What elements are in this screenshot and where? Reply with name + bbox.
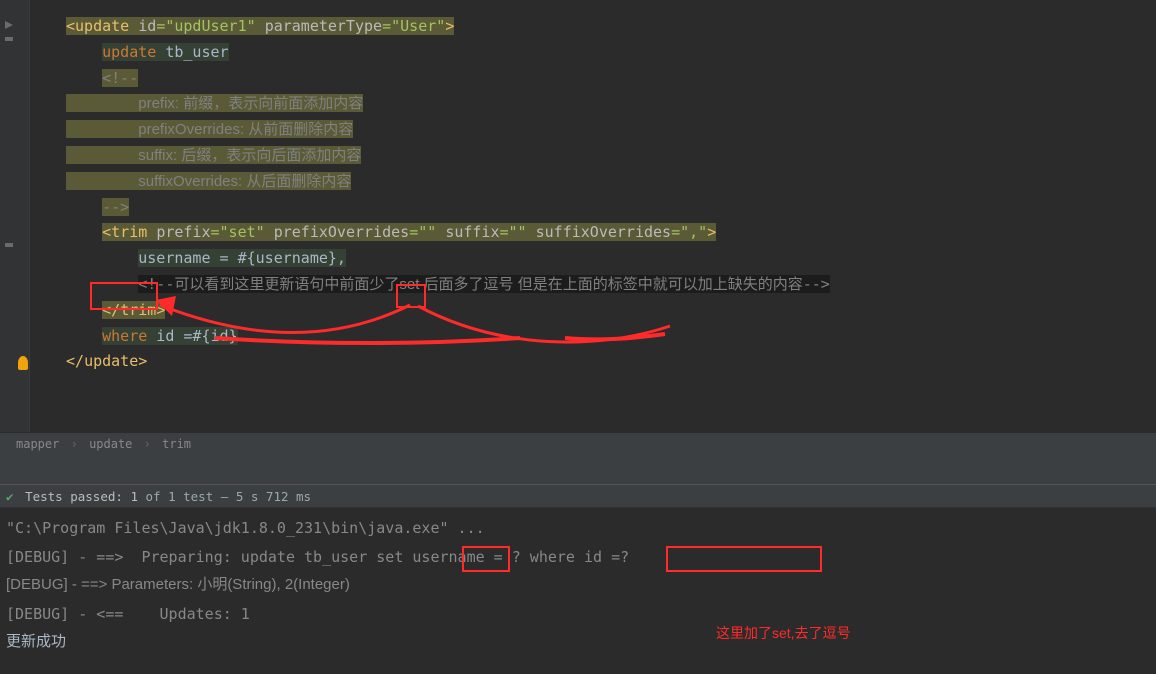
tests-passed-label: Tests passed:	[25, 489, 123, 504]
chevron-right-icon: ›	[71, 437, 78, 451]
code-line[interactable]: <!--可以看到这里更新语句中前面少了set 后面多了逗号 但是在上面的标签中就…	[30, 272, 1156, 298]
editor-gutter	[0, 0, 30, 432]
code-line[interactable]: suffix: 后缀，表示向后面添加内容	[30, 143, 1156, 169]
code-line[interactable]: username = #{username},	[30, 246, 1156, 272]
code-editor[interactable]: <update id="updUser1" parameterType="Use…	[0, 0, 1156, 432]
code-line[interactable]: </trim>	[30, 298, 1156, 324]
console-line: [DEBUG] - ==> Parameters: 小明(String), 2(…	[6, 571, 1150, 600]
breadcrumb[interactable]: mapper › update › trim	[0, 432, 1156, 454]
intention-bulb-icon[interactable]	[18, 356, 28, 370]
code-line[interactable]: <update id="updUser1" parameterType="Use…	[30, 14, 1156, 40]
code-line[interactable]: prefix: 前缀，表示向前面添加内容	[30, 91, 1156, 117]
console-output[interactable]: "C:\Program Files\Java\jdk1.8.0_231\bin\…	[0, 508, 1156, 674]
console-line: [DEBUG] - ==> Preparing: update tb_user …	[6, 543, 1150, 572]
annotation-text: 这里加了set,去了逗号	[716, 620, 851, 647]
code-line[interactable]: update tb_user	[30, 40, 1156, 66]
code-line[interactable]: suffixOverrides: 从后面删除内容	[30, 169, 1156, 195]
check-icon: ✔	[6, 489, 14, 504]
chevron-right-icon: ›	[144, 437, 151, 451]
code-line[interactable]: prefixOverrides: 从前面删除内容	[30, 117, 1156, 143]
test-status-bar: ✔ Tests passed: 1 of 1 test – 5 s 712 ms	[0, 484, 1156, 508]
breadcrumb-item[interactable]: update	[89, 437, 132, 451]
console-line: [DEBUG] - <== Updates: 1	[6, 600, 1150, 629]
code-line[interactable]: where id =#{id}	[30, 324, 1156, 350]
panel-spacer	[0, 454, 1156, 484]
code-line[interactable]: -->	[30, 195, 1156, 221]
breadcrumb-item[interactable]: mapper	[16, 437, 59, 451]
tests-total: of 1 test	[146, 489, 214, 504]
tests-time: – 5 s 712 ms	[221, 489, 311, 504]
console-line: 更新成功	[6, 628, 1150, 657]
breadcrumb-item[interactable]: trim	[162, 437, 191, 451]
console-line: "C:\Program Files\Java\jdk1.8.0_231\bin\…	[6, 514, 1150, 543]
code-line[interactable]: </update>	[30, 349, 1156, 375]
code-line[interactable]: <trim prefix="set" prefixOverrides="" su…	[30, 220, 1156, 246]
code-line[interactable]: <!--	[30, 66, 1156, 92]
tests-passed-count: 1	[130, 489, 138, 504]
